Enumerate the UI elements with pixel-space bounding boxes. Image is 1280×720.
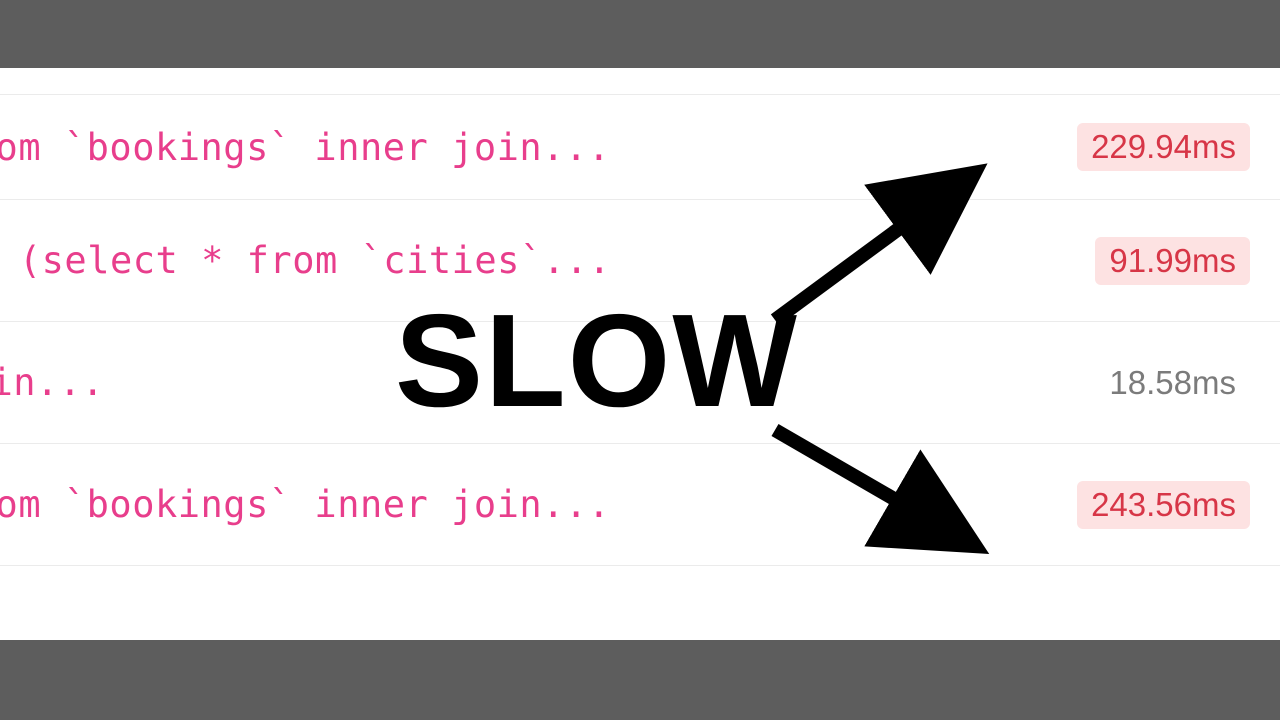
- query-text: from `bookings` inner join...: [0, 126, 611, 169]
- query-text: ists (select * from `cities`...: [0, 239, 611, 282]
- timing-badge-normal: 18.58ms: [1095, 359, 1250, 407]
- slow-annotation-label: SLOW: [395, 285, 799, 436]
- query-row[interactable]: from `bookings` inner join... 229.94ms: [0, 94, 1280, 200]
- query-row[interactable]: from `bookings` inner join... 243.56ms: [0, 444, 1280, 566]
- query-text: from `bookings` inner join...: [0, 483, 611, 526]
- timing-badge-slow: 91.99ms: [1095, 237, 1250, 285]
- timing-badge-slow: 243.56ms: [1077, 481, 1250, 529]
- timing-badge-slow: 229.94ms: [1077, 123, 1250, 171]
- query-text: s` inner join...: [0, 361, 104, 404]
